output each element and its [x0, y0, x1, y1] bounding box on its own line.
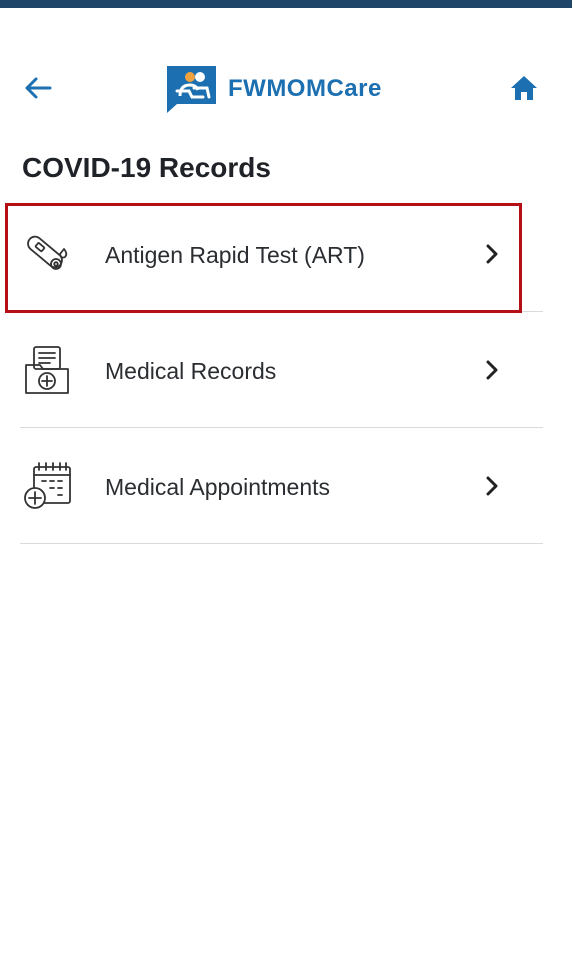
- test-kit-icon: [27, 235, 68, 270]
- chevron-right-icon: [486, 360, 498, 380]
- chevron-right-icon: [486, 476, 498, 496]
- list-item-antigen-rapid-test[interactable]: Antigen Rapid Test (ART): [20, 196, 543, 312]
- app-header: FWMOMCare: [0, 60, 572, 118]
- chevron-right-icon: [486, 244, 498, 264]
- brand: FWMOMCare: [165, 64, 382, 114]
- home-button[interactable]: [504, 72, 544, 104]
- list-item-label: Antigen Rapid Test (ART): [105, 242, 365, 268]
- page-title: COVID-19 Records: [22, 152, 271, 183]
- fwmomcare-logo-icon: [167, 66, 216, 113]
- list-item-medical-records[interactable]: Medical Records: [20, 312, 543, 428]
- list-item-label: Medical Appointments: [105, 474, 331, 500]
- home-icon: [511, 76, 537, 100]
- list-item-medical-appointments[interactable]: Medical Appointments: [20, 428, 543, 544]
- app-name: FWMOMCare: [228, 75, 382, 102]
- back-button[interactable]: [20, 72, 56, 104]
- medical-folder-icon: [25, 346, 69, 394]
- arrow-left-icon: [25, 77, 52, 99]
- calendar-medical-icon: [24, 462, 71, 509]
- top-status-bar: [0, 0, 572, 8]
- list-item-label: Medical Records: [105, 358, 277, 384]
